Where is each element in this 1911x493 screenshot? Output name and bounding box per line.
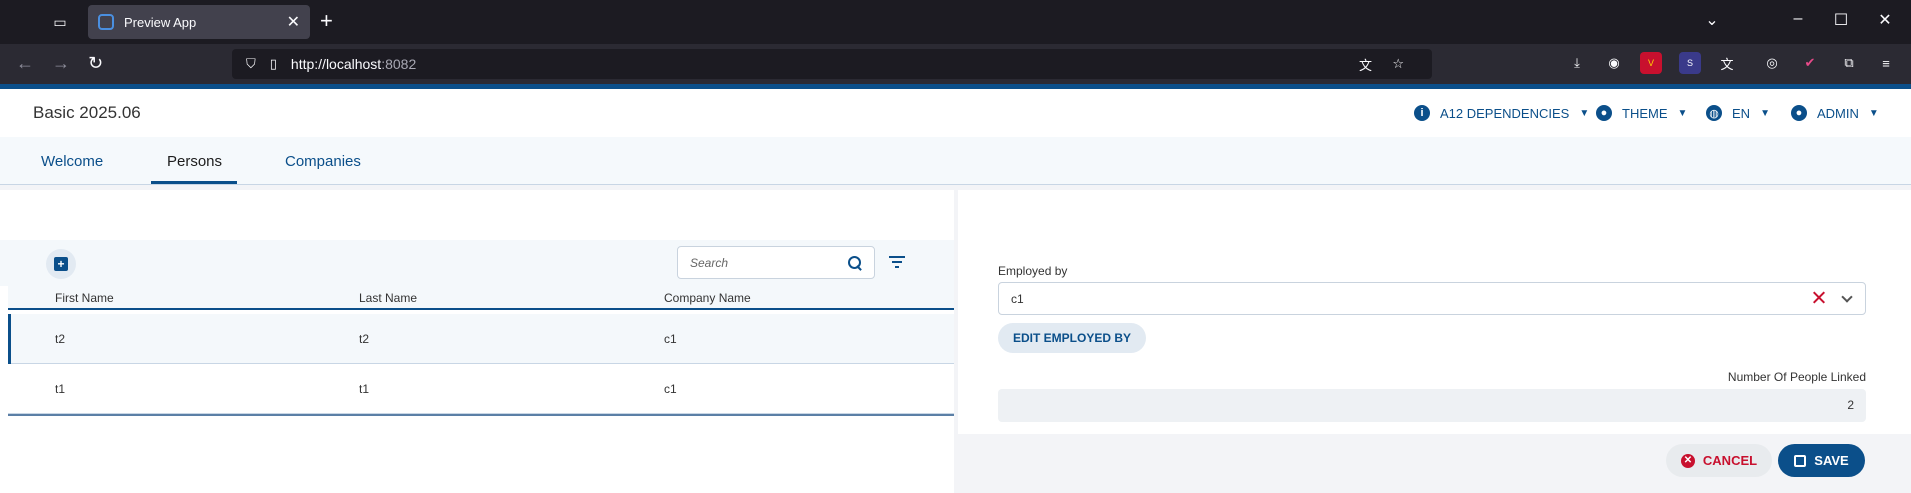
user-label: ADMIN bbox=[1817, 105, 1859, 121]
chevron-down-icon[interactable] bbox=[1841, 291, 1853, 303]
save-icon bbox=[1794, 454, 1807, 467]
column-first-name[interactable]: First Name bbox=[55, 291, 114, 305]
save-button[interactable]: SAVE bbox=[1778, 444, 1865, 477]
column-company-name[interactable]: Company Name bbox=[664, 291, 751, 305]
search-icon[interactable] bbox=[847, 255, 862, 271]
chevron-down-icon: ▼ bbox=[1677, 107, 1688, 119]
close-icon[interactable]: ✕ bbox=[287, 12, 300, 32]
persons-list-panel: + First Name Last Name Company Name t2 t… bbox=[0, 190, 954, 493]
app-favicon-icon bbox=[98, 14, 114, 30]
list-toolbar: + bbox=[0, 240, 954, 286]
chevron-down-icon[interactable]: ⌄ bbox=[1700, 10, 1724, 30]
people-linked-label: Number Of People Linked bbox=[1727, 370, 1866, 384]
theme-menu[interactable]: ● THEME ▼ bbox=[1596, 105, 1687, 121]
cancel-button[interactable]: ✕ CANCEL bbox=[1666, 444, 1772, 477]
chevron-down-icon: ▼ bbox=[1868, 107, 1879, 119]
app-title: Basic 2025.06 bbox=[33, 103, 141, 122]
active-tab-indicator bbox=[151, 181, 237, 184]
browser-titlebar: ▭ Preview App ✕ + ⌄ – ☐ ✕ bbox=[0, 0, 1911, 44]
cell-company-name: c1 bbox=[664, 382, 677, 396]
table-row[interactable]: t1 t1 c1 bbox=[8, 364, 954, 414]
table-bottom-border bbox=[8, 414, 954, 416]
download-icon[interactable]: ⤓ bbox=[1566, 52, 1588, 74]
language-menu[interactable]: ◍ EN ▼ bbox=[1706, 105, 1770, 121]
column-last-name[interactable]: Last Name bbox=[359, 291, 417, 305]
url-bar[interactable]: ⛉ ▯ http://localhost:8082 文 ☆ bbox=[232, 49, 1432, 79]
person-detail-panel: Employed by c1 EDIT EMPLOYED BY Number O… bbox=[958, 190, 1911, 434]
cancel-icon: ✕ bbox=[1680, 453, 1695, 468]
url-text[interactable]: http://localhost:8082 bbox=[291, 56, 416, 72]
cell-last-name: t1 bbox=[359, 382, 370, 396]
employed-by-label: Employed by bbox=[998, 264, 1068, 278]
clear-icon[interactable] bbox=[1811, 290, 1827, 306]
user-icon: ● bbox=[1791, 105, 1807, 121]
extensions-icon[interactable]: ⧉ bbox=[1838, 52, 1860, 74]
account-icon[interactable]: ◉ bbox=[1603, 52, 1625, 74]
employed-by-select[interactable]: c1 bbox=[998, 282, 1866, 315]
minimize-icon[interactable]: – bbox=[1786, 10, 1810, 28]
search-input[interactable] bbox=[690, 255, 847, 270]
browser-navbar: ← → ↻ ⛉ ▯ http://localhost:8082 文 ☆ ⤓ ◉ … bbox=[0, 44, 1911, 84]
add-icon: + bbox=[54, 257, 68, 271]
search-box[interactable] bbox=[677, 246, 875, 279]
cell-company-name: c1 bbox=[664, 332, 677, 346]
window-close-icon[interactable]: ✕ bbox=[1873, 10, 1897, 30]
page-icon[interactable]: ▯ bbox=[270, 56, 277, 72]
extension-s-icon[interactable]: S bbox=[1679, 52, 1701, 74]
browser-tab[interactable]: Preview App ✕ bbox=[88, 5, 310, 39]
extension-off-icon[interactable]: V bbox=[1640, 52, 1662, 74]
tab-companies[interactable]: Companies bbox=[285, 153, 361, 170]
reload-icon[interactable]: ↻ bbox=[88, 54, 103, 72]
plus-icon[interactable]: + bbox=[320, 10, 333, 32]
edit-employed-by-button[interactable]: EDIT EMPLOYED BY bbox=[998, 323, 1146, 353]
detail-footer: ✕ CANCEL SAVE bbox=[958, 434, 1911, 493]
people-linked-field: 2 bbox=[998, 389, 1866, 422]
save-label: SAVE bbox=[1814, 453, 1849, 468]
cell-first-name: t1 bbox=[55, 382, 66, 396]
cell-first-name: t2 bbox=[55, 332, 66, 346]
employed-by-value: c1 bbox=[1011, 292, 1024, 306]
shield-icon[interactable]: ⛉ bbox=[246, 56, 256, 72]
star-icon[interactable]: ☆ bbox=[1392, 56, 1404, 72]
arrow-right-icon[interactable]: → bbox=[52, 54, 70, 72]
dependencies-menu[interactable]: i A12 DEPENDENCIES ▼ bbox=[1414, 105, 1589, 121]
people-linked-value: 2 bbox=[1847, 398, 1854, 412]
app-header: Basic 2025.06 i A12 DEPENDENCIES ▼ ● THE… bbox=[0, 89, 1911, 137]
url-host: http://localhost bbox=[290, 56, 382, 72]
dependencies-label: A12 DEPENDENCIES bbox=[1440, 105, 1570, 121]
arrow-left-icon[interactable]: ← bbox=[16, 54, 34, 72]
extension-color-icon[interactable]: ✔ bbox=[1799, 52, 1821, 74]
table-header: First Name Last Name Company Name bbox=[8, 286, 954, 310]
menu-icon[interactable]: ≡ bbox=[1875, 52, 1897, 74]
table-row[interactable]: t2 t2 c1 bbox=[8, 314, 954, 364]
tab-welcome[interactable]: Welcome bbox=[41, 153, 103, 170]
theme-label: THEME bbox=[1622, 105, 1668, 121]
chevron-down-icon: ▼ bbox=[1760, 107, 1770, 119]
url-port: :8082 bbox=[381, 56, 417, 72]
app-tabs: Welcome Persons Companies bbox=[0, 137, 1911, 185]
translate-icon[interactable]: 文 bbox=[1359, 55, 1372, 74]
language-label: EN bbox=[1732, 105, 1751, 121]
info-icon: i bbox=[1414, 105, 1430, 121]
globe-icon: ◍ bbox=[1706, 105, 1722, 121]
folder-icon[interactable]: ▭ bbox=[50, 12, 70, 32]
tab-title: Preview App bbox=[124, 14, 197, 30]
palette-icon: ● bbox=[1596, 105, 1612, 121]
add-person-button[interactable]: + bbox=[46, 249, 76, 279]
chevron-down-icon: ▼ bbox=[1579, 107, 1590, 119]
cancel-label: CANCEL bbox=[1702, 453, 1758, 468]
maximize-icon[interactable]: ☐ bbox=[1829, 10, 1853, 30]
user-menu[interactable]: ● ADMIN ▼ bbox=[1791, 105, 1879, 121]
filter-icon[interactable] bbox=[888, 256, 906, 270]
extension-eye-icon[interactable]: ◎ bbox=[1761, 52, 1783, 74]
cell-last-name: t2 bbox=[359, 332, 370, 346]
tab-persons[interactable]: Persons bbox=[167, 153, 222, 170]
extension-translate-icon[interactable]: 文 bbox=[1716, 52, 1738, 74]
